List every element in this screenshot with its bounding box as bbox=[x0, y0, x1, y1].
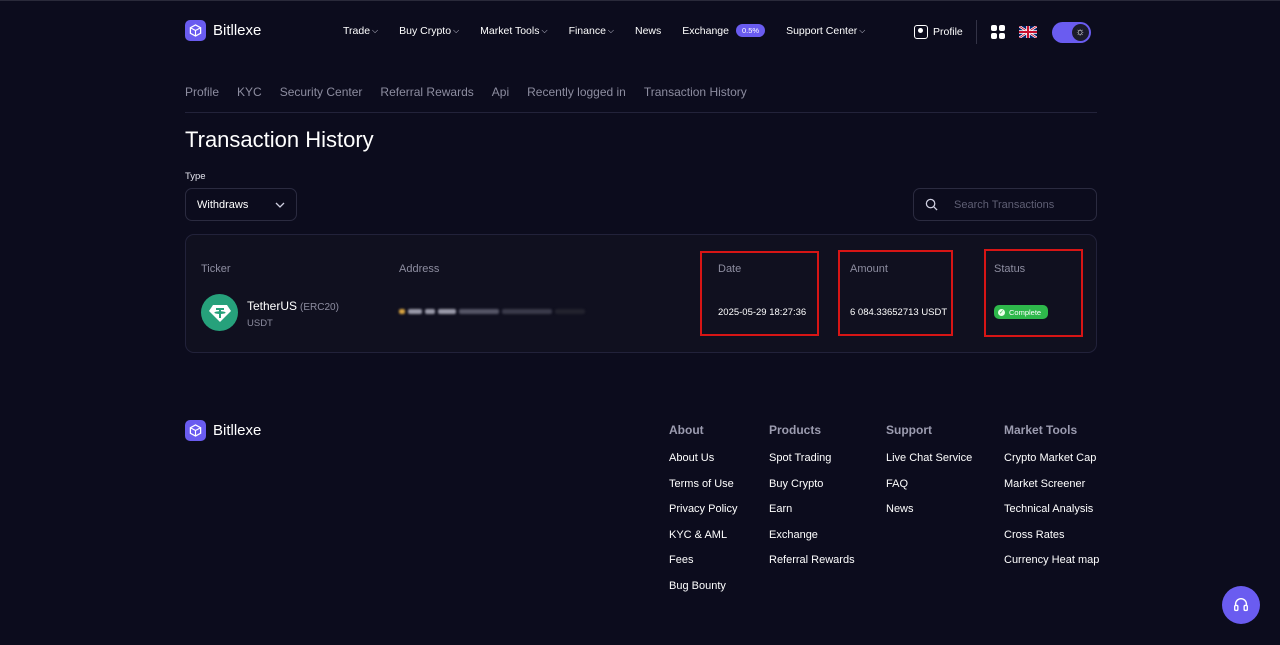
footer-link-exchange[interactable]: Exchange bbox=[769, 529, 855, 555]
brand-name: Bitllexe bbox=[213, 22, 262, 39]
header-divider bbox=[975, 20, 977, 44]
cube-logo-icon bbox=[185, 20, 206, 41]
footer-link-kyc-aml[interactable]: KYC & AML bbox=[669, 529, 737, 555]
subnav-referral-rewards[interactable]: Referral Rewards bbox=[380, 85, 473, 99]
footer-heading: Market Tools bbox=[1004, 423, 1078, 437]
header-tools: Profile ☼ bbox=[914, 20, 1091, 44]
cube-logo-icon bbox=[185, 420, 206, 441]
search-field[interactable] bbox=[913, 188, 1097, 221]
footer-link-cross-rates[interactable]: Cross Rates bbox=[1004, 529, 1099, 555]
footer-link-live-chat[interactable]: Live Chat Service bbox=[886, 452, 972, 478]
page-title: Transaction History bbox=[185, 127, 374, 152]
uk-flag-icon[interactable] bbox=[1018, 26, 1037, 38]
top-border bbox=[0, 0, 1280, 1]
nav-exchange[interactable]: Exchange 0.5% bbox=[682, 24, 766, 37]
exchange-fee-badge: 0.5% bbox=[735, 24, 766, 37]
account-subnav: Profile KYC Security Center Referral Rew… bbox=[185, 85, 765, 99]
ticker-network: (ERC20) bbox=[300, 301, 339, 313]
footer-link-earn[interactable]: Earn bbox=[769, 503, 855, 529]
nav-market-tools[interactable]: Market Tools ⌵ bbox=[480, 25, 547, 37]
subnav-transaction-history[interactable]: Transaction History bbox=[644, 85, 747, 99]
footer-column-market-tools: Market Tools Crypto Market Cap Market Sc… bbox=[1004, 423, 1099, 580]
profile-label: Profile bbox=[933, 26, 963, 38]
footer-brand[interactable]: Bitllexe bbox=[185, 420, 261, 441]
footer-link-privacy[interactable]: Privacy Policy bbox=[669, 503, 737, 529]
ticker-symbol: USDT bbox=[247, 317, 273, 329]
ticker-name: TetherUS bbox=[247, 298, 298, 313]
subnav-kyc[interactable]: KYC bbox=[237, 85, 262, 99]
chevron-down-icon: ⌵ bbox=[607, 25, 614, 35]
nav-news-label: News bbox=[635, 24, 662, 37]
footer-link-about-us[interactable]: About Us bbox=[669, 452, 737, 478]
nav-buy-crypto[interactable]: Buy Crypto ⌵ bbox=[399, 25, 459, 37]
user-square-icon bbox=[914, 25, 928, 39]
chevron-down-icon: ⌵ bbox=[453, 25, 460, 35]
footer-link-buy-crypto[interactable]: Buy Crypto bbox=[769, 478, 855, 504]
type-filter-value: Withdraws bbox=[197, 198, 249, 211]
footer-brand-name: Bitllexe bbox=[213, 422, 262, 439]
footer-heading: Support bbox=[886, 423, 932, 437]
address-redacted bbox=[399, 309, 585, 314]
footer-link-market-cap[interactable]: Crypto Market Cap bbox=[1004, 452, 1099, 478]
highlight-box-status bbox=[984, 249, 1083, 337]
nav-market-tools-label: Market Tools bbox=[480, 24, 540, 37]
nav-news[interactable]: News bbox=[635, 25, 661, 37]
theme-toggle[interactable]: ☼ bbox=[1051, 21, 1091, 43]
nav-finance-label: Finance bbox=[568, 24, 606, 37]
footer-column-support: Support Live Chat Service FAQ News bbox=[886, 423, 972, 529]
footer-link-market-screener[interactable]: Market Screener bbox=[1004, 478, 1099, 504]
live-chat-button[interactable] bbox=[1222, 586, 1260, 624]
highlight-box-amount bbox=[838, 250, 953, 336]
footer-heading: Products bbox=[769, 423, 822, 437]
subnav-api[interactable]: Api bbox=[492, 85, 509, 99]
footer-link-terms[interactable]: Terms of Use bbox=[669, 478, 737, 504]
profile-button[interactable]: Profile bbox=[914, 25, 963, 39]
nav-support-center-label: Support Center bbox=[786, 24, 858, 37]
chevron-down-icon: ⌵ bbox=[541, 25, 548, 35]
footer-column-products: Products Spot Trading Buy Crypto Earn Ex… bbox=[769, 423, 855, 580]
grid-icon[interactable] bbox=[990, 25, 1005, 39]
footer-link-fees[interactable]: Fees bbox=[669, 554, 737, 580]
main-nav: Trade ⌵ Buy Crypto ⌵ Market Tools ⌵ Finance… bbox=[343, 24, 886, 37]
footer-link-heat-map[interactable]: Currency Heat map bbox=[1004, 554, 1099, 580]
nav-support-center[interactable]: Support Center ⌵ bbox=[786, 25, 865, 37]
headset-icon bbox=[1234, 598, 1248, 612]
subnav-recently-logged-in[interactable]: Recently logged in bbox=[527, 85, 626, 99]
search-input[interactable] bbox=[954, 198, 1084, 211]
subnav-profile[interactable]: Profile bbox=[185, 85, 219, 99]
brand-logo-link[interactable]: Bitllexe bbox=[185, 20, 261, 41]
footer-link-faq[interactable]: FAQ bbox=[886, 478, 972, 504]
footer-link-bug-bounty[interactable]: Bug Bounty bbox=[669, 580, 737, 606]
footer-heading: About bbox=[669, 423, 704, 437]
footer-column-about: About About Us Terms of Use Privacy Poli… bbox=[669, 423, 737, 605]
header-ticker: Ticker bbox=[201, 263, 231, 275]
footer-link-spot-trading[interactable]: Spot Trading bbox=[769, 452, 855, 478]
header-address: Address bbox=[399, 263, 440, 275]
chevron-down-icon: ⌵ bbox=[859, 25, 866, 35]
ticker-cell: TetherUS (ERC20) USDT bbox=[201, 294, 339, 331]
nav-finance[interactable]: Finance ⌵ bbox=[569, 25, 614, 37]
type-filter-select[interactable]: Withdraws bbox=[185, 188, 297, 221]
nav-buy-crypto-label: Buy Crypto bbox=[399, 24, 452, 37]
chevron-down-icon: ⌵ bbox=[372, 25, 379, 35]
nav-trade-label: Trade bbox=[343, 24, 371, 37]
subnav-divider bbox=[185, 112, 1097, 113]
subnav-security-center[interactable]: Security Center bbox=[280, 85, 363, 99]
footer-link-news[interactable]: News bbox=[886, 503, 972, 529]
chevron-down-icon bbox=[275, 202, 285, 208]
nav-trade[interactable]: Trade ⌵ bbox=[343, 25, 378, 37]
type-filter-label: Type bbox=[185, 171, 206, 182]
sun-icon: ☼ bbox=[1071, 23, 1089, 41]
tether-icon bbox=[201, 294, 238, 331]
footer-link-referral-rewards[interactable]: Referral Rewards bbox=[769, 554, 855, 580]
search-icon bbox=[925, 198, 938, 211]
nav-exchange-label: Exchange bbox=[682, 24, 729, 37]
highlight-box-date bbox=[700, 251, 819, 336]
footer-link-technical-analysis[interactable]: Technical Analysis bbox=[1004, 503, 1099, 529]
